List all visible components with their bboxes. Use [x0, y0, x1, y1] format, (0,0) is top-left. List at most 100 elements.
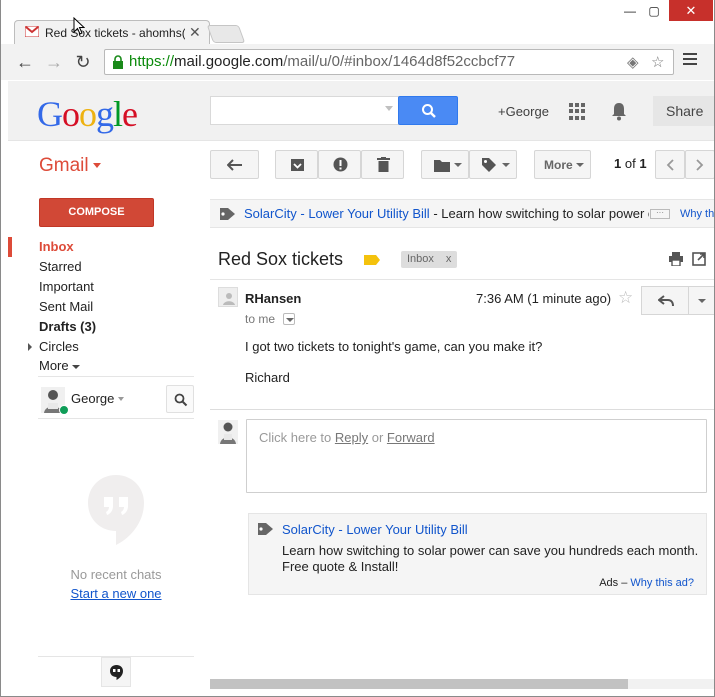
quick-reply-box[interactable]: Click here to Reply or Forward — [246, 419, 707, 493]
ad-advertiser-link[interactable]: SolarCity — [282, 522, 335, 537]
sidebar-item-starred[interactable]: Starred — [8, 257, 198, 277]
url-text: https://mail.google.com/mail/u/0/#inbox/… — [129, 53, 516, 70]
back-to-inbox-button[interactable] — [210, 150, 259, 179]
ad-bar-text: SolarCity - Lower Your Utility Bill - Le… — [244, 206, 649, 221]
ad-headline-link[interactable]: Lower Your Utility Bill — [346, 522, 467, 537]
sidebar-item-drafts[interactable]: Drafts (3) — [8, 317, 198, 337]
share-button[interactable]: Share — [653, 96, 715, 126]
chevron-down-icon — [71, 364, 80, 369]
avatar[interactable] — [218, 287, 238, 307]
notifications-bell-icon[interactable] — [610, 101, 628, 121]
print-icon[interactable] — [669, 252, 683, 266]
ad-expand-icon[interactable]: ··· — [650, 209, 670, 219]
divider — [38, 376, 194, 377]
ad-bar: SolarCity - Lower Your Utility Bill - Le… — [210, 199, 715, 228]
search-icon — [174, 393, 188, 407]
forward-icon[interactable]: → — [43, 52, 65, 74]
ad-card-title: SolarCity - Lower Your Utility Bill — [282, 522, 468, 537]
why-this-ad-link[interactable]: Why this ad? — [630, 577, 694, 589]
hangouts-icon — [110, 665, 123, 680]
inbox-label-chip[interactable]: Inbox x — [401, 251, 458, 268]
newer-button[interactable] — [655, 150, 685, 179]
compose-button[interactable]: COMPOSE — [39, 198, 154, 227]
older-button[interactable] — [685, 150, 715, 179]
google-logo[interactable]: Google — [37, 93, 138, 135]
message-subject: Red Sox tickets — [218, 249, 344, 269]
start-new-chat-link[interactable]: Start a new one — [39, 586, 193, 601]
online-status-icon — [59, 405, 69, 415]
ad-headline-link[interactable]: Lower Your Utility Bill — [308, 206, 429, 221]
reply-link[interactable]: Reply — [335, 430, 368, 445]
chat-user-name[interactable]: George — [71, 391, 114, 406]
more-actions-button[interactable]: More — [534, 150, 591, 179]
ad-tag-icon — [258, 523, 273, 535]
chevron-down-icon — [502, 163, 510, 167]
new-window-icon[interactable] — [692, 252, 706, 266]
browser-menu-icon[interactable] — [683, 53, 697, 67]
chat-search-button[interactable] — [166, 385, 194, 413]
reload-icon[interactable]: ↻ — [72, 52, 94, 74]
search-icon — [422, 104, 436, 118]
apps-grid-icon[interactable] — [569, 103, 586, 120]
ad-tag-icon — [220, 208, 235, 220]
expand-triangle-icon[interactable] — [28, 343, 32, 351]
bookmark-star-icon[interactable]: ☆ — [651, 53, 664, 71]
chevron-down-icon — [576, 163, 584, 167]
reply-more-button[interactable] — [688, 286, 715, 315]
close-window-icon[interactable]: ✕ — [669, 0, 713, 21]
message-date: 7:36 AM (1 minute ago) — [476, 291, 612, 306]
gmail-header: Google +George Share — [8, 81, 715, 141]
divider — [210, 279, 715, 280]
delete-button[interactable] — [361, 150, 404, 179]
forward-link[interactable]: Forward — [387, 430, 435, 445]
star-icon[interactable]: ☆ — [618, 288, 633, 308]
search-options-caret-icon[interactable] — [385, 106, 393, 111]
sidebar-item-circles[interactable]: Circles — [8, 337, 198, 357]
person-placeholder-icon — [223, 293, 235, 305]
sender-name[interactable]: RHansen — [245, 291, 301, 306]
sidebar-item-more[interactable]: More — [8, 357, 198, 375]
reply-button[interactable] — [641, 286, 689, 315]
address-bar[interactable]: https://mail.google.com/mail/u/0/#inbox/… — [104, 49, 674, 75]
browser-chrome: Red Sox tickets - ahomhs( ✕ — ▢ ✕ ← → ↻ … — [0, 0, 715, 80]
back-icon[interactable]: ← — [14, 52, 36, 74]
remove-label-icon[interactable]: x — [446, 253, 452, 265]
sidebar-nav: Inbox Starred Important Sent Mail Drafts… — [8, 237, 198, 375]
plus-profile-link[interactable]: +George — [498, 104, 549, 119]
reply-icon — [658, 295, 674, 307]
search-input[interactable] — [210, 96, 399, 125]
archive-button[interactable] — [275, 150, 318, 179]
archive-icon — [291, 159, 304, 171]
horizontal-scrollbar-thumb[interactable] — [210, 679, 628, 689]
ad-card-text: Learn how switching to solar power can s… — [282, 543, 699, 558]
chevron-down-icon — [454, 163, 462, 167]
ad-advertiser-link[interactable]: SolarCity — [244, 206, 297, 221]
minimize-icon[interactable]: — — [619, 4, 641, 18]
ad-card: SolarCity - Lower Your Utility Bill Lear… — [248, 513, 707, 595]
recipient-text: to me — [245, 312, 276, 326]
hangouts-button[interactable] — [101, 657, 131, 687]
ad-card-text: Free quote & Install! — [282, 559, 399, 574]
arrow-left-icon — [227, 159, 242, 171]
move-to-button[interactable] — [421, 150, 469, 179]
chevron-down-icon — [92, 163, 101, 169]
importance-marker-icon[interactable] — [364, 255, 380, 265]
gmail-app-switcher[interactable]: Gmail — [39, 155, 101, 177]
tab-strip: Red Sox tickets - ahomhs( ✕ — ▢ ✕ — [0, 0, 715, 45]
search-button[interactable] — [398, 96, 458, 125]
labels-button[interactable] — [469, 150, 517, 179]
tab-title: Red Sox tickets - ahomhs( — [45, 26, 185, 40]
report-spam-button[interactable] — [318, 150, 361, 179]
why-this-ad-link[interactable]: Why this ad? — [680, 208, 715, 220]
sidebar-item-important[interactable]: Important — [8, 277, 198, 297]
tab-close-icon[interactable]: ✕ — [189, 24, 201, 41]
chevron-down-icon[interactable] — [118, 397, 124, 401]
details-toggle-icon[interactable] — [283, 313, 295, 325]
message-body-line: I got two tickets to tonight's game, can… — [245, 339, 543, 354]
browser-tab[interactable]: Red Sox tickets - ahomhs( ✕ — [14, 20, 210, 45]
new-tab-button[interactable] — [206, 25, 246, 43]
sidebar-item-inbox[interactable]: Inbox — [8, 237, 198, 257]
sidebar-item-sent-mail[interactable]: Sent Mail — [8, 297, 198, 317]
maximize-icon[interactable]: ▢ — [643, 4, 665, 18]
extension-icon[interactable]: ◈ — [627, 53, 639, 71]
